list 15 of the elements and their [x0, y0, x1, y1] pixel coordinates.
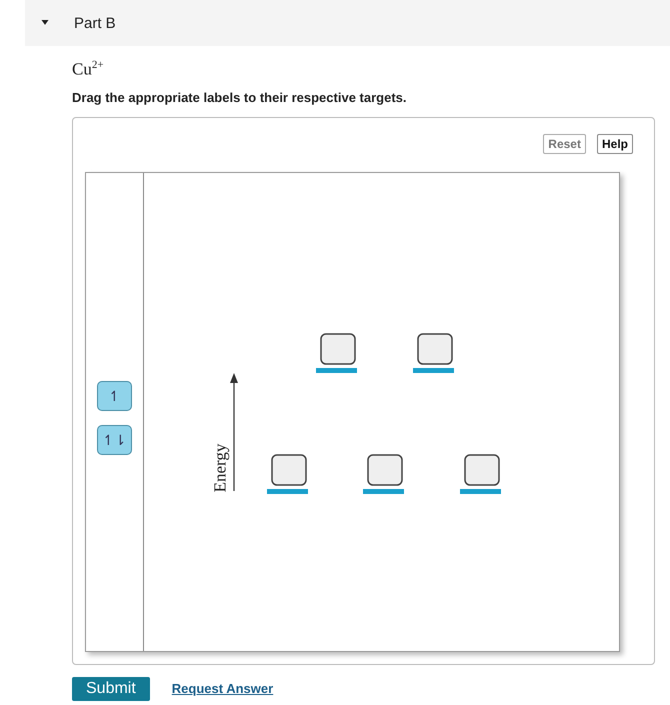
part-title: Part B	[74, 14, 116, 32]
submit-button[interactable]: Submit	[72, 676, 150, 701]
orbital-target-drawing[interactable]	[412, 332, 454, 373]
electron-label[interactable]: ↿	[97, 380, 132, 411]
electron-label[interactable]: ↿⇂	[97, 424, 132, 455]
orbital-target-drawing[interactable]	[315, 332, 357, 373]
axis-label: Energy	[210, 443, 230, 492]
instruction-text: Drag the appropriate labels to their respective targets.	[72, 90, 408, 105]
orbital-target-drawing[interactable]	[362, 454, 404, 494]
orbital-target-drawing[interactable]	[266, 454, 308, 494]
ion-formula: Cu$^{2+}$	[72, 59, 105, 80]
caret-icon[interactable]	[40, 20, 50, 26]
orbital-target-drawing[interactable]	[459, 454, 501, 494]
toolbar-button[interactable]: Help	[596, 134, 633, 154]
request-answer-link[interactable]: Request Answer	[172, 681, 274, 696]
